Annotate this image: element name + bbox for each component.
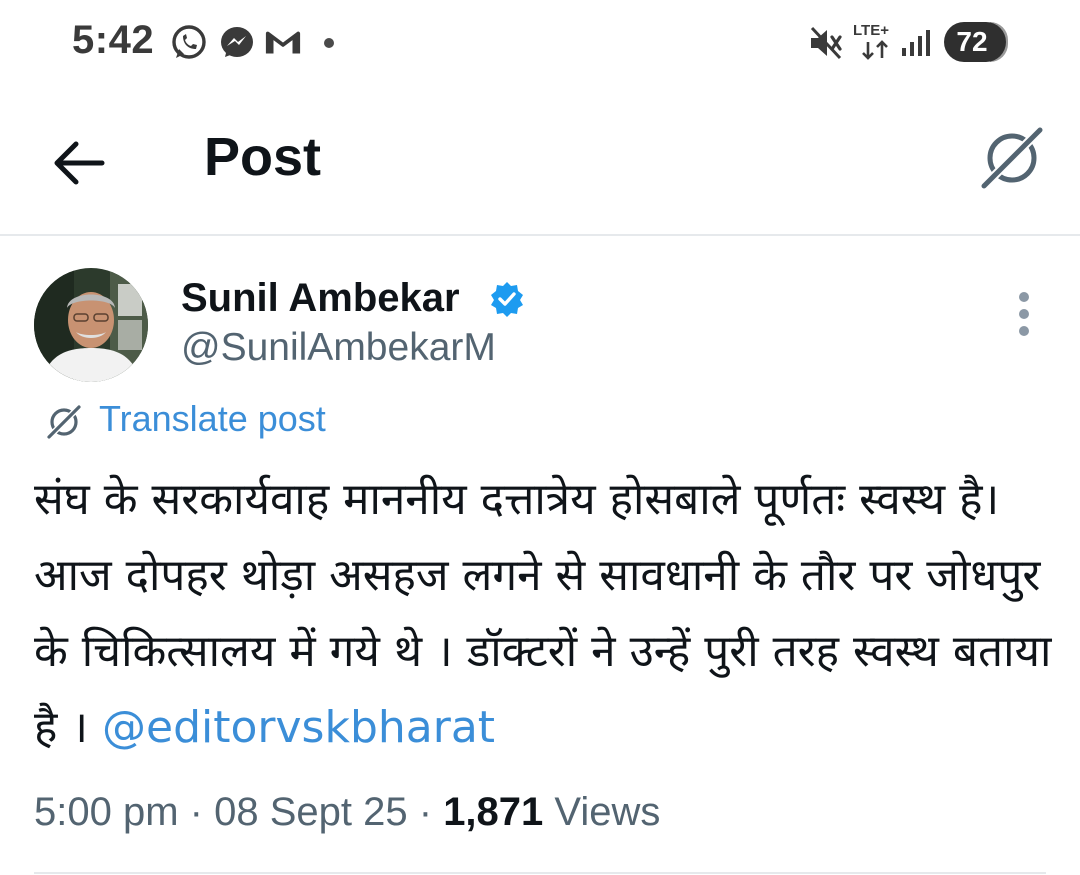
network-type-label: LTE+ bbox=[853, 22, 889, 39]
post-date: 08 Sept 25 bbox=[214, 790, 408, 834]
gmail-icon bbox=[265, 31, 301, 54]
messenger-icon bbox=[221, 27, 253, 57]
author-handle[interactable]: @SunilAmbekarM bbox=[181, 326, 496, 370]
signal-icon bbox=[902, 30, 930, 56]
mention-link[interactable]: @editorvskbharat bbox=[102, 702, 495, 753]
more-options-icon[interactable] bbox=[1004, 292, 1044, 336]
views-label[interactable]: Views bbox=[554, 790, 660, 834]
post-header: Post bbox=[0, 88, 1080, 236]
meta-separator: · bbox=[418, 790, 433, 834]
grok-translate-icon bbox=[46, 404, 82, 440]
mute-icon bbox=[810, 26, 842, 60]
post-text: संघ के सरकार्यवाह माननीय दत्तात्रेय होसब… bbox=[34, 462, 1054, 766]
status-time: 5:42 bbox=[72, 18, 155, 62]
meta-separator: · bbox=[189, 790, 203, 834]
divider bbox=[34, 872, 1046, 874]
translate-post-label: Translate post bbox=[99, 398, 326, 439]
author-name[interactable]: Sunil Ambekar bbox=[181, 276, 460, 321]
data-arrows-icon bbox=[862, 40, 888, 60]
grok-icon[interactable] bbox=[976, 122, 1048, 194]
status-bar: 5:42 LTE+ 72 bbox=[0, 0, 1080, 88]
whatsapp-icon bbox=[172, 25, 206, 59]
post-metadata: 5:00 pm · 08 Sept 25 · 1,871 Views bbox=[34, 790, 660, 835]
verified-badge-icon bbox=[491, 282, 523, 317]
views-count[interactable]: 1,871 bbox=[443, 790, 543, 834]
author-avatar[interactable] bbox=[34, 268, 148, 382]
back-arrow-icon[interactable] bbox=[46, 130, 112, 196]
post-time: 5:00 pm bbox=[34, 790, 179, 834]
notification-dot bbox=[324, 38, 334, 48]
battery-level: 72 bbox=[956, 26, 988, 57]
page-title: Post bbox=[204, 127, 322, 187]
author-photo bbox=[34, 268, 148, 382]
